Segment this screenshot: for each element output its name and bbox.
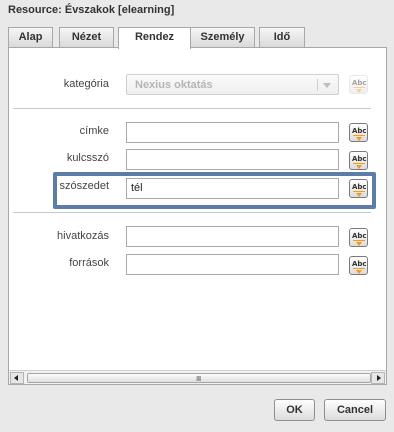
abc-spellcheck-icon: Abc — [352, 155, 367, 163]
cimke-label: címke — [79, 125, 109, 137]
kulcsszo-input[interactable] — [126, 149, 339, 170]
tab-nezet[interactable]: Nézet — [59, 27, 114, 47]
kategoria-abc-button: Abc — [349, 75, 368, 94]
abc-spellcheck-icon: Abc — [352, 232, 367, 240]
abc-spellcheck-icon: Abc — [352, 260, 367, 268]
section-divider — [13, 108, 371, 109]
window-title: Resource: Évszakok [elearning] — [8, 4, 175, 16]
arrow-left-icon — [14, 375, 18, 381]
chevron-down-icon — [323, 83, 331, 88]
title-bar: Resource: Évszakok [elearning] — [0, 0, 394, 22]
kulcsszo-label: kulcsszó — [66, 152, 109, 164]
kulcsszo-abc-button[interactable]: Abc — [349, 151, 368, 170]
cimke-input[interactable] — [126, 122, 339, 143]
abc-spellcheck-icon: Abc — [352, 79, 367, 87]
kategoria-select: Nexius oktatás — [126, 74, 339, 95]
forrasok-label: források — [69, 257, 109, 269]
tab-panel-rendez: kategória Nexius oktatás Abc címke Abc k… — [8, 47, 387, 385]
cimke-abc-button[interactable]: Abc — [349, 123, 368, 142]
scroll-right-button[interactable] — [371, 372, 385, 384]
section-divider — [13, 212, 371, 213]
tab-bar: Alap Nézet Rendez Személy Idő — [8, 27, 386, 49]
cancel-button[interactable]: Cancel — [324, 399, 386, 421]
kategoria-label: kategória — [63, 78, 109, 90]
ok-button[interactable]: OK — [274, 399, 315, 421]
szoszedet-highlight-frame — [53, 172, 376, 209]
grip-icon: IIII — [196, 375, 201, 383]
tab-rendez[interactable]: Rendez — [118, 27, 191, 49]
tab-ido[interactable]: Idő — [259, 27, 305, 47]
abc-spellcheck-icon: Abc — [352, 127, 367, 135]
scroll-left-button[interactable] — [10, 372, 24, 384]
hivatkozas-input[interactable] — [126, 226, 339, 247]
kategoria-select-value: Nexius oktatás — [135, 79, 213, 91]
select-separator — [317, 79, 318, 91]
tab-alap[interactable]: Alap — [8, 27, 53, 47]
forrasok-abc-button[interactable]: Abc — [349, 256, 368, 275]
horizontal-scrollbar[interactable]: IIII — [9, 370, 386, 384]
hivatkozas-abc-button[interactable]: Abc — [349, 228, 368, 247]
tab-szemely[interactable]: Személy — [190, 27, 255, 47]
arrow-right-icon — [377, 375, 381, 381]
scroll-thumb[interactable]: IIII — [27, 373, 371, 383]
hivatkozas-label: hivatkozás — [57, 230, 109, 242]
forrasok-input[interactable] — [126, 254, 339, 275]
